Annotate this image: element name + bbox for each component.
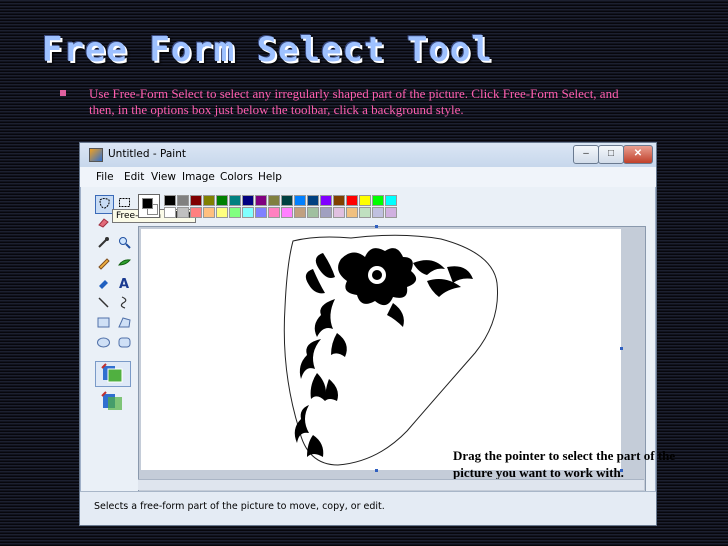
palette-swatch[interactable] bbox=[372, 207, 384, 218]
palette-swatch[interactable] bbox=[385, 207, 397, 218]
palette-swatch[interactable] bbox=[359, 195, 371, 206]
resize-handle-corner[interactable] bbox=[620, 469, 623, 472]
palette-swatch[interactable] bbox=[372, 195, 384, 206]
pencil-icon[interactable] bbox=[95, 255, 112, 272]
brush-icon[interactable] bbox=[116, 255, 133, 272]
palette-swatch[interactable] bbox=[281, 207, 293, 218]
palette-swatch[interactable] bbox=[346, 195, 358, 206]
palette-swatch[interactable] bbox=[229, 195, 241, 206]
tool-box: A bbox=[84, 189, 131, 489]
resize-handle-bottom[interactable] bbox=[375, 469, 378, 472]
palette-swatch[interactable] bbox=[268, 195, 280, 206]
current-colors[interactable] bbox=[138, 194, 160, 218]
menu-help[interactable]: Help bbox=[258, 171, 282, 183]
curve-icon[interactable] bbox=[116, 295, 133, 312]
status-bar: Selects a free-form part of the picture … bbox=[80, 491, 656, 525]
palette-swatch[interactable] bbox=[177, 195, 189, 206]
menu-edit[interactable]: Edit bbox=[124, 171, 144, 183]
palette-swatch[interactable] bbox=[164, 207, 176, 218]
bullet-point: Use Free-Form Select to select any irreg… bbox=[60, 86, 640, 118]
palette-swatch[interactable] bbox=[229, 207, 241, 218]
palette-swatch[interactable] bbox=[255, 195, 267, 206]
status-text: Selects a free-form part of the picture … bbox=[94, 501, 385, 512]
horizontal-scrollbar[interactable] bbox=[138, 479, 644, 490]
resize-handle-right[interactable] bbox=[620, 347, 623, 350]
window-title: Untitled - Paint bbox=[108, 148, 186, 160]
ellipse-icon[interactable] bbox=[95, 335, 112, 352]
polygon-icon[interactable] bbox=[116, 315, 133, 332]
palette-swatch[interactable] bbox=[307, 207, 319, 218]
text-icon[interactable]: A bbox=[116, 275, 133, 292]
palette-swatch[interactable] bbox=[346, 207, 358, 218]
bullet-icon bbox=[60, 90, 66, 96]
palette-swatch[interactable] bbox=[294, 207, 306, 218]
menu-view[interactable]: View bbox=[151, 171, 176, 183]
selected-ornament-image bbox=[283, 234, 499, 466]
palette-swatch[interactable] bbox=[203, 195, 215, 206]
instruction-callout: Drag the pointer to select the part of t… bbox=[453, 448, 676, 480]
rounded-rectangle-icon[interactable] bbox=[116, 335, 133, 352]
canvas-area: Drag the pointer to select the part of t… bbox=[138, 225, 675, 501]
palette-swatch[interactable] bbox=[255, 207, 267, 218]
bullet-text: Use Free-Form Select to select any irreg… bbox=[89, 86, 619, 117]
palette-swatch[interactable] bbox=[385, 195, 397, 206]
resize-handle-top[interactable] bbox=[375, 225, 378, 228]
palette-swatch[interactable] bbox=[320, 195, 332, 206]
palette-swatch[interactable] bbox=[190, 195, 202, 206]
color-picker-icon[interactable] bbox=[95, 235, 112, 252]
rectangle-icon[interactable] bbox=[95, 315, 112, 332]
palette-swatch[interactable] bbox=[216, 195, 228, 206]
palette-swatch[interactable] bbox=[268, 207, 280, 218]
transparent-background-option[interactable] bbox=[95, 389, 131, 415]
menu-image[interactable]: Image bbox=[182, 171, 215, 183]
title-bar[interactable]: Untitled - Paint – □ ✕ bbox=[80, 143, 656, 167]
palette-swatch[interactable] bbox=[177, 207, 189, 218]
palette-swatch[interactable] bbox=[333, 207, 345, 218]
palette-swatch[interactable] bbox=[190, 207, 202, 218]
palette-swatch[interactable] bbox=[320, 207, 332, 218]
palette-swatch[interactable] bbox=[294, 195, 306, 206]
palette-swatch[interactable] bbox=[281, 195, 293, 206]
drawing-canvas[interactable]: Drag the pointer to select the part of t… bbox=[141, 229, 675, 480]
foreground-color-swatch bbox=[142, 198, 153, 209]
palette-swatch[interactable] bbox=[307, 195, 319, 206]
palette-swatch[interactable] bbox=[333, 195, 345, 206]
palette-swatch[interactable] bbox=[203, 207, 215, 218]
minimize-button[interactable]: – bbox=[573, 145, 599, 164]
palette-swatch[interactable] bbox=[359, 207, 371, 218]
svg-text:A: A bbox=[119, 277, 129, 290]
opaque-background-option[interactable] bbox=[95, 361, 131, 387]
magnifier-icon[interactable] bbox=[116, 235, 133, 252]
menu-colors[interactable]: Colors bbox=[220, 171, 253, 183]
paint-window: Untitled - Paint – □ ✕ File Edit View Im… bbox=[79, 142, 675, 526]
palette-swatch[interactable] bbox=[216, 207, 228, 218]
eraser-icon[interactable] bbox=[95, 215, 112, 232]
close-button[interactable]: ✕ bbox=[623, 145, 653, 164]
menu-file[interactable]: File bbox=[96, 171, 114, 183]
line-icon[interactable] bbox=[95, 295, 112, 312]
maximize-button[interactable]: □ bbox=[598, 145, 624, 164]
palette-swatch[interactable] bbox=[164, 195, 176, 206]
slide-title: Free Form Select Tool bbox=[42, 30, 493, 70]
palette-swatch[interactable] bbox=[242, 195, 254, 206]
paint-app-icon bbox=[89, 148, 103, 162]
palette-swatch[interactable] bbox=[242, 207, 254, 218]
menu-bar: File Edit View Image Colors Help bbox=[80, 167, 656, 187]
airbrush-icon[interactable] bbox=[95, 275, 112, 292]
